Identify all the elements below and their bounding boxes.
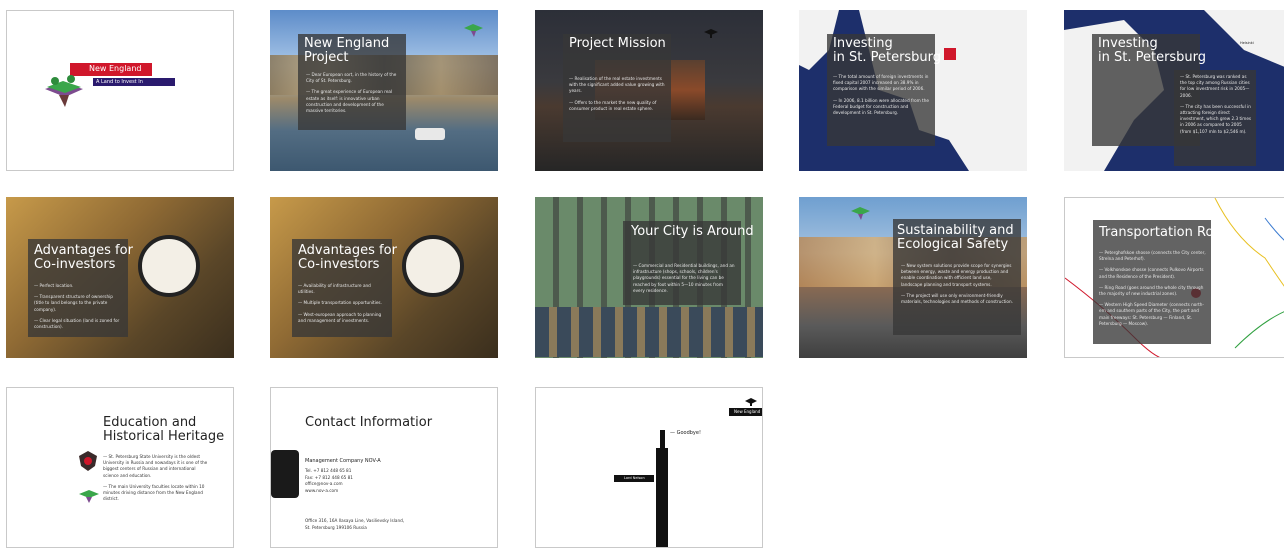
telephone-image bbox=[271, 450, 299, 498]
slide-subtitle: A Land to Invest In bbox=[96, 79, 143, 85]
bullet: — West-european approach to planning and… bbox=[298, 311, 382, 323]
plaque-text: Lord Nelson bbox=[624, 476, 645, 480]
monument-icon bbox=[745, 398, 757, 406]
slide-title: Contact Informatior bbox=[305, 415, 433, 430]
slide-11[interactable]: Education and Historical Heritage — St. … bbox=[6, 387, 234, 548]
bullet: — Volkhonskoe shosse (connects Pulkovo A… bbox=[1099, 267, 1204, 279]
slide-8[interactable]: Your City is Around — Commercial and Res… bbox=[535, 197, 763, 358]
bullet: — The total amount of foreign investment… bbox=[833, 74, 929, 92]
bullet: — Transparent structure of ownership (ti… bbox=[34, 294, 113, 312]
bullet: — Clear legal situation (land is zoned f… bbox=[34, 317, 120, 330]
bullet-list: — Perfect location. — Transparent struct… bbox=[34, 283, 124, 335]
bullet: — Realisation of the real estate investm… bbox=[569, 76, 665, 94]
slide-5[interactable]: Helsinki Investing in St. Petersburg — S… bbox=[1064, 10, 1284, 171]
bullet: — Dear European sort, in the history of … bbox=[306, 72, 397, 84]
slide-title: Your City is Around bbox=[631, 224, 754, 239]
location-marker bbox=[944, 48, 956, 60]
slide-title: New England bbox=[89, 64, 142, 73]
slide-7[interactable]: Advantages for Co-investors — Availabili… bbox=[270, 197, 498, 358]
bullet: — Offers to the market the new quality o… bbox=[569, 99, 657, 111]
goodbye-text: — Goodbye! bbox=[670, 430, 701, 436]
bullet-list: — Commercial and Residential buildings, … bbox=[633, 263, 735, 299]
slide-9[interactable]: Sustainability and Ecological Safety — N… bbox=[799, 197, 1027, 358]
windows-row bbox=[535, 307, 763, 357]
bullet: — Ring Road (goes around the whole city … bbox=[1099, 284, 1204, 297]
slide-title: Advantages for Co-investors bbox=[298, 243, 397, 272]
island-logo-icon bbox=[464, 24, 483, 37]
contact-lines: Tel. +7 812 448 65 81 Fax: +7 812 448 65… bbox=[305, 468, 425, 494]
slide-title: Education and Historical Heritage bbox=[103, 415, 225, 444]
island-logo-icon bbox=[79, 490, 99, 503]
bullet-list: — The total amount of foreign investment… bbox=[833, 74, 931, 121]
slide-13[interactable]: — Goodbye! New England Lord Nelson bbox=[535, 387, 763, 548]
island-logo-icon bbox=[851, 207, 870, 220]
island-logo-icon bbox=[45, 75, 83, 107]
slide-12[interactable]: Contact Informatior Management Company N… bbox=[270, 387, 498, 548]
address: Office 316, 16A Ilasaya Line, Vasilievsk… bbox=[305, 518, 445, 531]
contact-website[interactable]: www.nov-a.com bbox=[305, 488, 425, 495]
slide-1[interactable]: New England A Land to Invest In bbox=[6, 10, 234, 171]
slide-4[interactable]: Investing in St. Petersburg — The total … bbox=[799, 10, 1027, 171]
bullet: — The great experience of European real … bbox=[306, 89, 393, 114]
bullet: — Multiple transportation opportunities. bbox=[298, 300, 382, 306]
bullet: — The city has been successful in attrac… bbox=[1180, 103, 1252, 134]
bullet-list: — Peterghofskoe shosse (connects the Cit… bbox=[1099, 250, 1209, 332]
bullet: — In 2006, 8.1 billion were allocated fr… bbox=[833, 97, 929, 116]
slide-title: Investing in St. Petersburg bbox=[833, 36, 942, 65]
bullet: — The project will use only environment-… bbox=[901, 292, 1013, 305]
bullet-list: — Realisation of the real estate investm… bbox=[569, 76, 667, 117]
bullet: — Peterghofskoe shosse (connects the Cit… bbox=[1099, 250, 1206, 262]
slide-title: Investing in St. Petersburg bbox=[1098, 36, 1207, 65]
bullet-list: — New system solutions provide scope for… bbox=[901, 263, 1013, 310]
clock-face bbox=[138, 235, 200, 297]
bullet: — The main University faculties locate w… bbox=[103, 483, 205, 502]
bullet: — St. Petersburg was ranked as the top c… bbox=[1180, 74, 1250, 98]
boat bbox=[415, 128, 445, 140]
bullet: — New system solutions provide scope for… bbox=[901, 263, 1012, 287]
slide-title: New England Project bbox=[304, 36, 390, 65]
slide-title: Advantages for Co-investors bbox=[34, 243, 133, 272]
slide-3[interactable]: Project Mission — Realisation of the rea… bbox=[535, 10, 763, 171]
slide-title: Transportation Roots bbox=[1099, 225, 1234, 240]
bullet-list: — St. Petersburg was ranked as the top c… bbox=[1180, 74, 1252, 140]
column-silhouette bbox=[656, 448, 668, 547]
bullet: — Perfect location. bbox=[34, 283, 74, 288]
slide-title: Project Mission bbox=[569, 36, 666, 51]
slide-10[interactable]: Transportation Roots — Peterghofskoe sho… bbox=[1064, 197, 1284, 358]
bullet: — Availability of infrastructure and uti… bbox=[298, 283, 371, 295]
slide-6[interactable]: Advantages for Co-investors — Perfect lo… bbox=[6, 197, 234, 358]
bullet: — Western High Speed Diameter (connects … bbox=[1099, 302, 1204, 326]
address-line: St. Petersburg 199106 Russia bbox=[305, 524, 367, 530]
slide-2[interactable]: New England Project — Dear European sort… bbox=[270, 10, 498, 171]
column-top bbox=[660, 430, 665, 448]
monument-icon bbox=[704, 29, 718, 38]
map-label: Helsinki bbox=[1240, 41, 1254, 45]
tag-text: New England bbox=[734, 409, 761, 414]
bullet: — St. Petersburg State University is the… bbox=[103, 454, 208, 478]
bullet-list: — Dear European sort, in the history of … bbox=[306, 72, 402, 119]
bullet-list: — St. Petersburg State University is the… bbox=[103, 454, 211, 507]
slide-title: Sustainability and Ecological Safety bbox=[897, 223, 1014, 252]
bullet-list: — Availability of infrastructure and uti… bbox=[298, 283, 388, 329]
company-name: Management Company NOV-A bbox=[305, 458, 381, 464]
bullet: — Commercial and Residential buildings, … bbox=[633, 263, 735, 293]
coat-of-arms-icon bbox=[79, 451, 97, 471]
clock-face bbox=[402, 235, 464, 297]
